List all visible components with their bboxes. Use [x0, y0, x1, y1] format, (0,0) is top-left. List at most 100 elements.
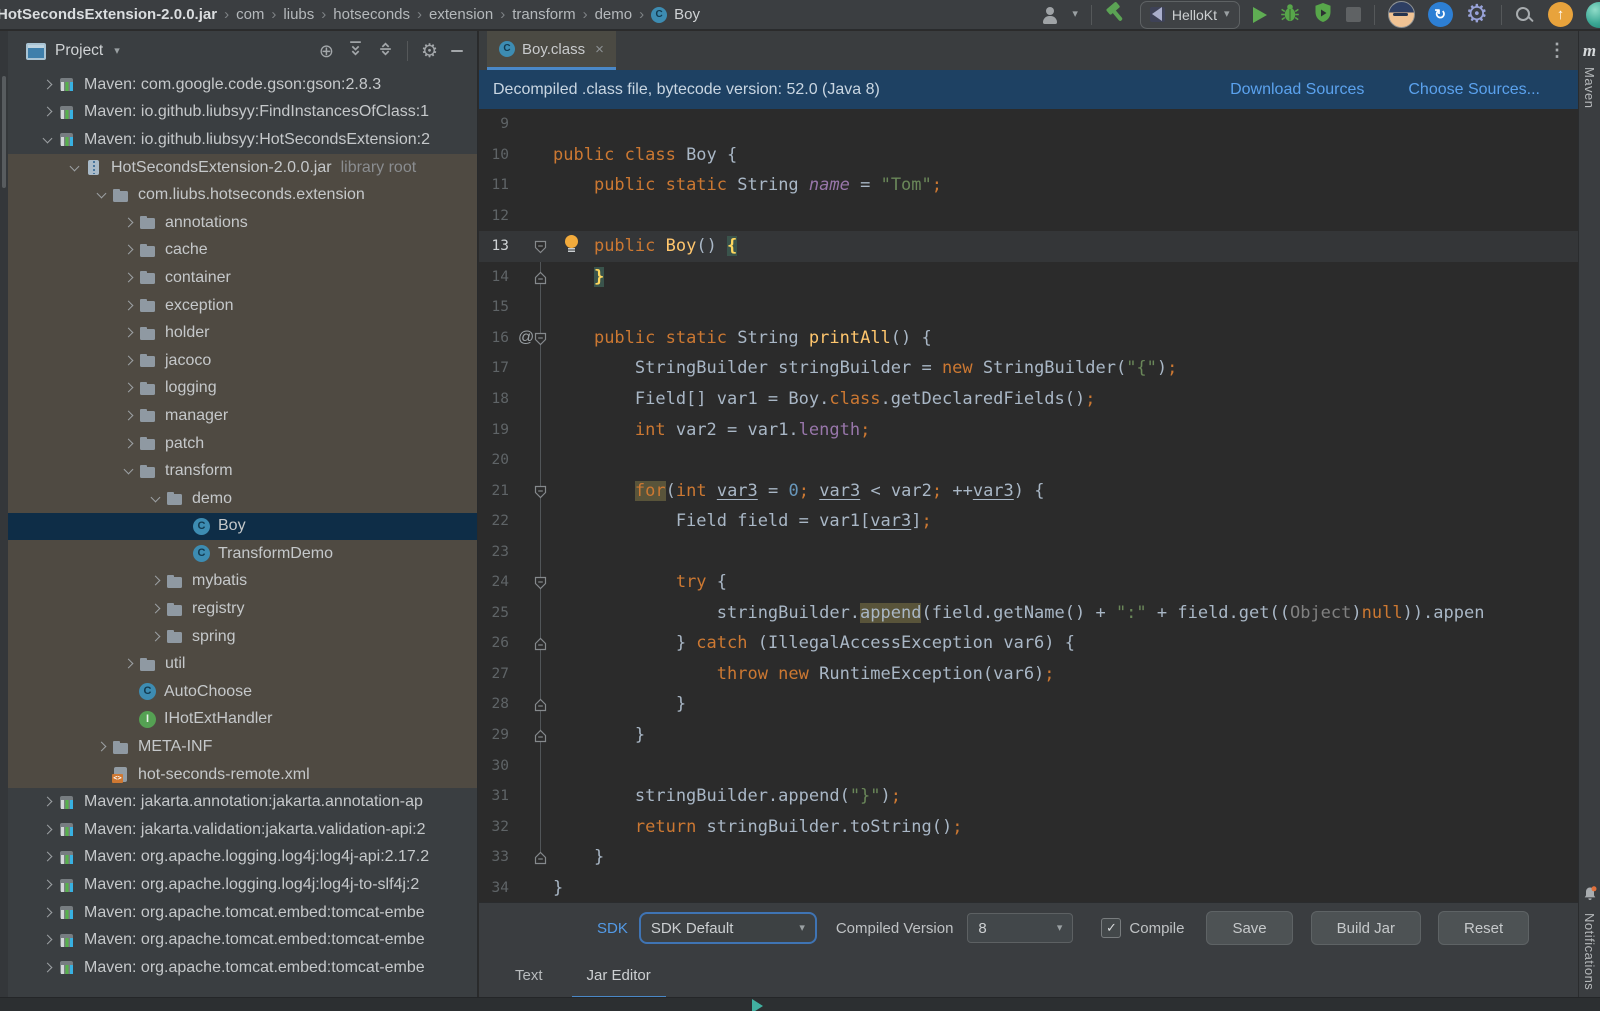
collapse-all-icon[interactable]	[377, 40, 394, 62]
code-line[interactable]: 16@ public static String printAll() {	[479, 323, 1578, 354]
line-number[interactable]: 23	[479, 537, 509, 568]
build-hammer-icon[interactable]	[1105, 1, 1127, 28]
chevron-down-icon[interactable]	[94, 187, 110, 203]
tree-item[interactable]: Maven: org.apache.tomcat.embed:tomcat-em…	[0, 926, 477, 954]
chevron-right-icon[interactable]	[121, 380, 137, 396]
tree-item[interactable]: jacoco	[0, 347, 477, 375]
tree-item[interactable]: Maven: org.apache.tomcat.embed:tomcat-em…	[0, 899, 477, 927]
code-line[interactable]: 24 try {	[479, 567, 1578, 598]
fold-up-icon[interactable]	[534, 728, 547, 742]
tree-item[interactable]: hot-seconds-remote.xml	[0, 761, 477, 789]
download-sources-link[interactable]: Download Sources	[1230, 81, 1364, 99]
code-line[interactable]: 34}	[479, 873, 1578, 902]
code-line[interactable]: 18 Field[] var1 = Boy.class.getDeclaredF…	[479, 384, 1578, 415]
line-number[interactable]: 24	[479, 567, 509, 598]
code-line[interactable]: 11 public static String name = "Tom";	[479, 170, 1578, 201]
tree-item[interactable]: logging	[0, 375, 477, 403]
fold-down-icon[interactable]	[534, 484, 547, 498]
breadcrumb-item[interactable]: extension	[429, 6, 493, 23]
line-number[interactable]: 32	[479, 812, 509, 843]
tree-item[interactable]: manager	[0, 402, 477, 430]
line-number[interactable]: 34	[479, 873, 509, 902]
chevron-right-icon[interactable]	[40, 77, 56, 93]
tree-item[interactable]: CTransformDemo	[0, 540, 477, 568]
settings-gear-icon[interactable]: ⚙	[1466, 2, 1488, 27]
code-editor[interactable]: 910public class Boy {11 public static St…	[479, 109, 1578, 902]
fold-up-icon[interactable]	[534, 270, 547, 284]
annotation-gutter-icon[interactable]: @	[518, 323, 534, 354]
line-number[interactable]: 9	[479, 109, 509, 140]
chevron-right-icon[interactable]	[40, 877, 56, 893]
code-line[interactable]: 28 }	[479, 689, 1578, 720]
tree-item[interactable]: demo	[0, 485, 477, 513]
line-number[interactable]: 18	[479, 384, 509, 415]
tree-item[interactable]: holder	[0, 319, 477, 347]
chevron-right-icon[interactable]	[121, 656, 137, 672]
chevron-right-icon[interactable]	[121, 408, 137, 424]
notifications-stripe-button[interactable]: Notifications	[1582, 913, 1597, 990]
line-number[interactable]: 16	[479, 323, 509, 354]
expand-all-icon[interactable]	[347, 40, 364, 62]
line-number[interactable]: 10	[479, 140, 509, 171]
chevron-right-icon[interactable]	[40, 104, 56, 120]
chevron-right-icon[interactable]	[121, 353, 137, 369]
code-line[interactable]: 17 StringBuilder stringBuilder = new Str…	[479, 353, 1578, 384]
breadcrumb-item[interactable]: liubs	[283, 6, 314, 23]
run-config-select[interactable]: HelloKt ▾	[1140, 1, 1240, 29]
compiled-version-select[interactable]: 8 ▾	[967, 913, 1073, 943]
tree-item[interactable]: CAutoChoose	[0, 678, 477, 706]
fold-down-icon[interactable]	[534, 331, 547, 345]
code-line[interactable]: 14 }	[479, 262, 1578, 293]
tree-item[interactable]: Maven: org.apache.logging.log4j:log4j-to…	[0, 871, 477, 899]
line-number[interactable]: 26	[479, 628, 509, 659]
tab-jar-editor[interactable]: Jar Editor	[584, 953, 654, 998]
code-line[interactable]: 12	[479, 201, 1578, 232]
chevron-down-icon[interactable]	[121, 463, 137, 479]
maven-stripe-button[interactable]: Maven	[1582, 67, 1597, 109]
chevron-right-icon[interactable]	[121, 298, 137, 314]
tree-item[interactable]: Maven: io.github.liubsyy:HotSecondsExten…	[0, 126, 477, 154]
chevron-right-icon[interactable]	[40, 932, 56, 948]
ide-logo-icon[interactable]	[1586, 2, 1600, 28]
chevron-right-icon[interactable]	[40, 794, 56, 810]
breadcrumb-item[interactable]: Boy	[674, 6, 700, 23]
fold-down-icon[interactable]	[534, 575, 547, 589]
tree-item[interactable]: com.liubs.hotseconds.extension	[0, 181, 477, 209]
tree-item[interactable]: CBoy	[0, 513, 477, 541]
code-line[interactable]: 23	[479, 537, 1578, 568]
breadcrumb[interactable]: HotSecondsExtension-2.0.0.jar›com›liubs›…	[0, 6, 700, 23]
line-number[interactable]: 15	[479, 292, 509, 323]
tab-boy-class[interactable]: C Boy.class ×	[487, 31, 616, 70]
tree-item[interactable]: META-INF	[0, 733, 477, 761]
stop-button[interactable]	[1346, 7, 1361, 22]
chevron-right-icon[interactable]	[148, 629, 164, 645]
run-button[interactable]	[1253, 7, 1267, 23]
tree-item[interactable]: cache	[0, 237, 477, 265]
code-line[interactable]: 10public class Boy {	[479, 140, 1578, 171]
chevron-down-icon[interactable]	[40, 132, 56, 148]
avatar[interactable]	[1388, 1, 1415, 28]
chevron-right-icon[interactable]	[40, 960, 56, 976]
panel-gear-icon[interactable]: ⚙	[421, 42, 438, 61]
line-number[interactable]: 30	[479, 751, 509, 782]
tree-item[interactable]: HotSecondsExtension-2.0.0.jarlibrary roo…	[0, 154, 477, 182]
notifications-bell-icon[interactable]	[1582, 885, 1598, 907]
code-line[interactable]: 30	[479, 751, 1578, 782]
fold-down-icon[interactable]	[534, 239, 547, 253]
line-number[interactable]: 25	[479, 598, 509, 629]
user-icon[interactable]	[1041, 6, 1059, 24]
code-line[interactable]: 22 Field field = var1[var3];	[479, 506, 1578, 537]
breadcrumb-item[interactable]: com	[236, 6, 264, 23]
chevron-down-icon[interactable]	[67, 160, 83, 176]
tree-item[interactable]: annotations	[0, 209, 477, 237]
project-view-caret-icon[interactable]: ▾	[114, 46, 120, 57]
code-line[interactable]: 25 stringBuilder.append(field.getName() …	[479, 598, 1578, 629]
line-number[interactable]: 14	[479, 262, 509, 293]
fold-up-icon[interactable]	[534, 850, 547, 864]
chevron-right-icon[interactable]	[40, 905, 56, 921]
close-icon[interactable]: ×	[595, 41, 604, 58]
tree-item[interactable]: exception	[0, 292, 477, 320]
build-jar-button[interactable]: Build Jar	[1311, 911, 1421, 945]
line-number[interactable]: 11	[479, 170, 509, 201]
line-number[interactable]: 31	[479, 781, 509, 812]
